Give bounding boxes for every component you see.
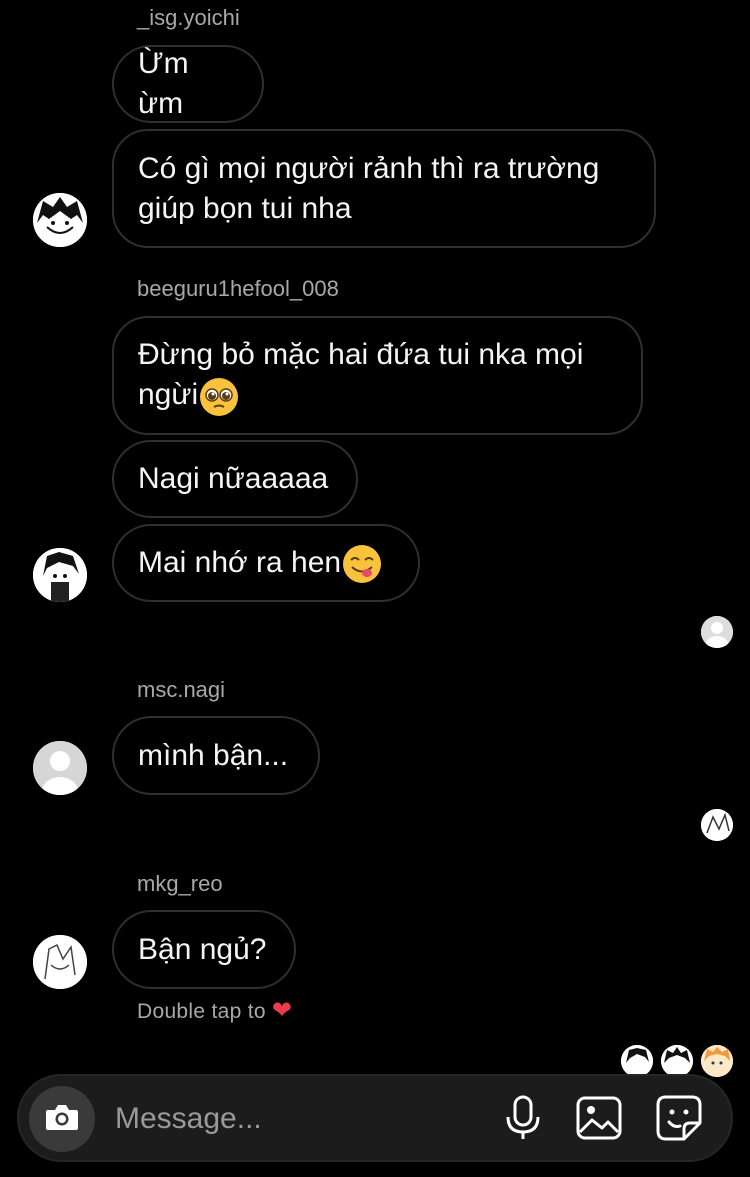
image-icon bbox=[576, 1096, 622, 1145]
microphone-button[interactable] bbox=[499, 1095, 547, 1146]
message-text: Mai nhớ ra hen bbox=[138, 543, 382, 584]
message-text: Ừm ừm bbox=[138, 47, 189, 120]
sender-username[interactable]: msc.nagi bbox=[137, 677, 225, 703]
message-line: Đừng bỏ mặc hai đứa tui nka mọi bbox=[138, 338, 584, 372]
sender-username[interactable]: beeguru1hefool_008 bbox=[137, 276, 339, 302]
microphone-icon bbox=[503, 1095, 543, 1146]
message-input[interactable] bbox=[113, 1096, 497, 1142]
message-text: Đừng bỏ mặc hai đứa tui nka mọi ngừi bbox=[138, 335, 584, 416]
sender-username[interactable]: mkg_reo bbox=[137, 871, 223, 897]
avatar-msc-nagi[interactable] bbox=[33, 741, 87, 795]
message-line: Có gì mọi người rảnh thì ra trường bbox=[138, 151, 600, 185]
seen-avatar bbox=[701, 616, 733, 648]
message-line: Mai nhớ ra hen bbox=[138, 545, 342, 579]
message-bubble[interactable]: Bận ngủ? bbox=[112, 910, 296, 989]
message-text: Bận ngủ? bbox=[138, 932, 267, 966]
message-line: giúp bọn tui nha bbox=[138, 191, 352, 225]
message-bubble[interactable]: Nagi nữaaaaa bbox=[112, 440, 358, 518]
gallery-button[interactable] bbox=[575, 1096, 623, 1144]
message-composer bbox=[17, 1074, 733, 1162]
pleading-face-icon bbox=[200, 377, 239, 416]
sender-username[interactable]: _isg.yoichi bbox=[137, 5, 240, 31]
yum-face-icon bbox=[343, 545, 382, 584]
seen-avatar bbox=[621, 1045, 653, 1077]
hint-text: Double tap to bbox=[137, 1000, 266, 1023]
heart-icon: ❤ bbox=[271, 997, 293, 1024]
camera-button[interactable] bbox=[29, 1086, 95, 1152]
message-bubble[interactable]: Đừng bỏ mặc hai đứa tui nka mọi ngừi bbox=[112, 316, 643, 435]
message-bubble[interactable]: Có gì mọi người rảnh thì ra trường giúp … bbox=[112, 129, 656, 248]
message-bubble[interactable]: Ừm ừm bbox=[112, 45, 264, 123]
message-bubble[interactable]: mình bận... bbox=[112, 716, 320, 795]
message-text: mình bận... bbox=[138, 738, 289, 772]
seen-avatar bbox=[701, 809, 733, 841]
camera-icon bbox=[44, 1102, 80, 1137]
seen-avatar bbox=[701, 1045, 733, 1077]
message-text: Nagi nữaaaaa bbox=[138, 462, 329, 495]
sticker-button[interactable] bbox=[655, 1095, 703, 1146]
seen-avatar bbox=[661, 1045, 693, 1077]
message-text: Có gì mọi người rảnh thì ra trường giúp … bbox=[138, 149, 599, 229]
message-bubble[interactable]: Mai nhớ ra hen bbox=[112, 524, 420, 602]
double-tap-hint: Double tap to ❤ bbox=[137, 996, 292, 1025]
avatar-mkg-reo[interactable] bbox=[33, 935, 87, 989]
message-line: ngừi bbox=[138, 378, 199, 412]
avatar-isg-yoichi[interactable] bbox=[33, 193, 87, 247]
avatar-beeguru1hefool-008[interactable] bbox=[33, 548, 87, 602]
sticker-icon bbox=[656, 1095, 702, 1146]
